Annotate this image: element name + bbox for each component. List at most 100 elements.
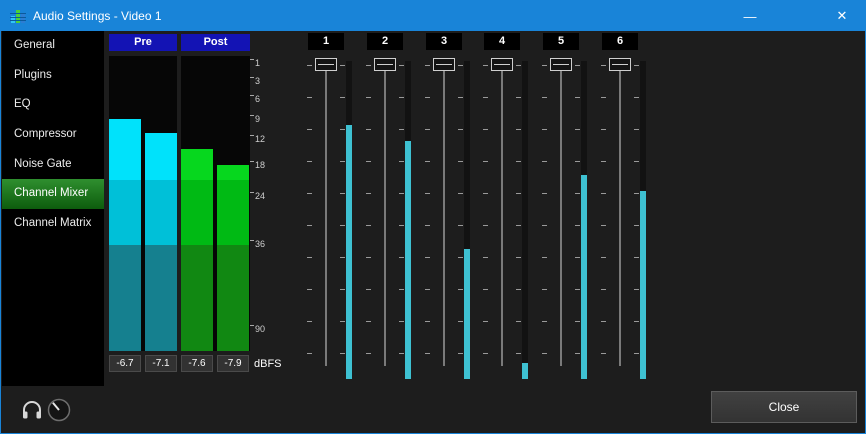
fader-scale-tick: [483, 289, 488, 290]
level-meter-empty: [109, 56, 141, 119]
fader-scale-tick: [516, 289, 521, 290]
channel-meter-fill: [581, 175, 587, 379]
channel-3-fader-track[interactable]: [443, 61, 445, 366]
db-scale-label: 90: [250, 324, 265, 334]
fader-scale-tick: [307, 97, 312, 98]
fader-scale-tick: [575, 193, 580, 194]
fader-scale-tick: [516, 97, 521, 98]
channel-4-fader-handle[interactable]: [491, 58, 513, 71]
fader-scale-tick: [634, 321, 639, 322]
fader-scale-tick: [340, 353, 345, 354]
mixer-content: Pre Post dBFS Close -6.7-7.1-7.6-7.91369…: [1, 1, 866, 434]
channel-5-fader-track[interactable]: [560, 61, 562, 366]
fader-scale-tick: [458, 129, 463, 130]
fader-scale-tick: [542, 321, 547, 322]
fader-scale-tick: [340, 193, 345, 194]
fader-scale-tick: [601, 129, 606, 130]
level-meter-bar: [109, 56, 141, 351]
fader-scale-tick: [542, 193, 547, 194]
fader-scale-tick: [399, 321, 404, 322]
fader-scale-tick: [425, 65, 430, 66]
fader-scale-tick: [425, 161, 430, 162]
fader-scale-tick: [458, 193, 463, 194]
pre-meter-header: Pre: [109, 34, 177, 51]
channel-number-badge: 1: [308, 33, 344, 50]
level-meter-bar: [145, 56, 177, 351]
fader-scale-tick: [340, 65, 345, 66]
fader-scale-tick: [483, 321, 488, 322]
fader-scale-tick: [458, 353, 463, 354]
channel-strip-4: 4: [473, 31, 531, 391]
fader-scale-tick: [366, 193, 371, 194]
channel-meter-fill: [640, 191, 646, 379]
channel-strip-5: 5: [532, 31, 590, 391]
fader-scale-tick: [634, 129, 639, 130]
fader-scale-tick: [340, 321, 345, 322]
fader-scale-tick: [425, 129, 430, 130]
fader-scale-tick: [542, 289, 547, 290]
fader-scale-tick: [483, 193, 488, 194]
fader-scale-tick: [601, 193, 606, 194]
fader-scale-tick: [366, 65, 371, 66]
fader-scale-tick: [634, 161, 639, 162]
fader-scale-tick: [307, 193, 312, 194]
fader-scale-tick: [483, 129, 488, 130]
fader-scale-tick: [399, 129, 404, 130]
channel-5-fader-handle[interactable]: [550, 58, 572, 71]
fader-scale-tick: [601, 65, 606, 66]
level-meter-bar: [217, 56, 249, 351]
fader-scale-tick: [601, 97, 606, 98]
fader-scale-tick: [399, 289, 404, 290]
channel-2-fader-track[interactable]: [384, 61, 386, 366]
fader-scale-tick: [340, 257, 345, 258]
fader-scale-tick: [483, 225, 488, 226]
fader-scale-tick: [601, 353, 606, 354]
db-scale-label: 6: [250, 94, 260, 104]
level-meter-empty: [145, 56, 177, 133]
channel-number-badge: 2: [367, 33, 403, 50]
fader-scale-tick: [516, 257, 521, 258]
fader-scale-tick: [575, 97, 580, 98]
fader-scale-tick: [634, 65, 639, 66]
meter-readout: -7.6: [181, 355, 213, 372]
fader-scale-tick: [399, 161, 404, 162]
fader-scale-tick: [516, 65, 521, 66]
level-meter-empty: [181, 56, 213, 149]
fader-scale-tick: [366, 257, 371, 258]
channel-meter-fill: [464, 249, 470, 379]
fader-scale-tick: [601, 161, 606, 162]
channel-3-fader-handle[interactable]: [433, 58, 455, 71]
dbfs-unit-label: dBFS: [254, 358, 282, 370]
channel-2-fader-handle[interactable]: [374, 58, 396, 71]
fader-scale-tick: [575, 321, 580, 322]
fader-scale-tick: [307, 289, 312, 290]
fader-scale-tick: [634, 353, 639, 354]
monitor-knob[interactable]: [46, 397, 72, 423]
fader-scale-tick: [458, 97, 463, 98]
channel-1-meter: [346, 61, 352, 379]
channel-meter-fill: [346, 125, 352, 379]
fader-scale-tick: [575, 289, 580, 290]
channel-4-fader-track[interactable]: [501, 61, 503, 366]
fader-scale-tick: [307, 321, 312, 322]
fader-scale-tick: [634, 289, 639, 290]
fader-scale-tick: [634, 225, 639, 226]
fader-scale-tick: [575, 353, 580, 354]
channel-meter-fill: [522, 363, 528, 379]
fader-scale-tick: [307, 225, 312, 226]
fader-scale-tick: [307, 161, 312, 162]
channel-2-meter: [405, 61, 411, 379]
close-dialog-button[interactable]: Close: [711, 391, 857, 423]
fader-scale-tick: [575, 225, 580, 226]
channel-6-fader-handle[interactable]: [609, 58, 631, 71]
channel-1-fader-track[interactable]: [325, 61, 327, 366]
channel-6-fader-track[interactable]: [619, 61, 621, 366]
post-meter-well: [181, 56, 250, 351]
db-scale-label: 18: [250, 160, 265, 170]
channel-4-meter: [522, 61, 528, 379]
fader-scale-tick: [542, 129, 547, 130]
db-scale-label: 3: [250, 76, 260, 86]
db-scale-label: 36: [250, 239, 265, 249]
channel-1-fader-handle[interactable]: [315, 58, 337, 71]
channel-3-meter: [464, 61, 470, 379]
